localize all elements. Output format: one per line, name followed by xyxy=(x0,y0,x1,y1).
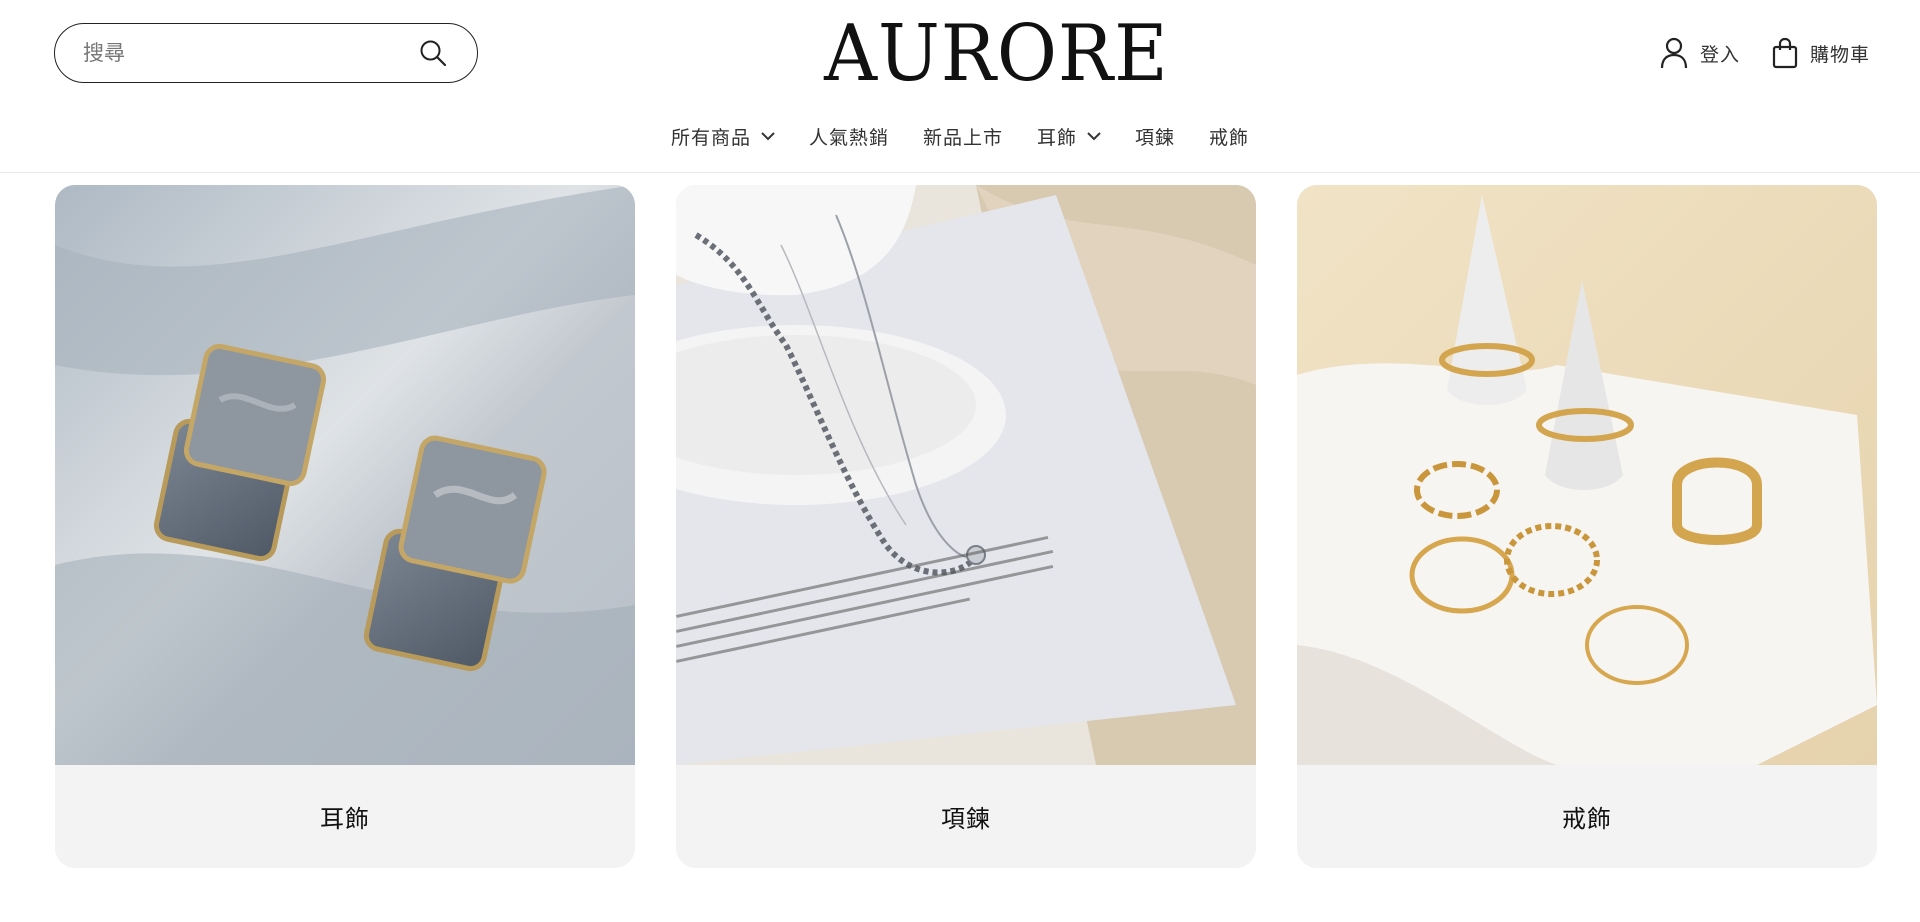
cart-link[interactable]: 購物車 xyxy=(1772,34,1870,72)
site-logo[interactable]: AURORE xyxy=(824,15,1167,93)
nav-label: 人氣熱銷 xyxy=(808,126,889,149)
site-header: AURORE 登入 購物車 所有商品 人氣熱銷 新品上市 耳飾 項鍊 xyxy=(0,0,1920,173)
user-icon xyxy=(1660,37,1688,69)
shopping-bag-icon xyxy=(1772,37,1798,69)
collection-title: 項鍊 xyxy=(941,805,991,833)
necklace-photo xyxy=(676,185,1256,765)
login-link[interactable]: 登入 xyxy=(1660,34,1740,72)
rings-photo xyxy=(1297,185,1877,765)
login-label: 登入 xyxy=(1700,43,1741,66)
nav-label: 項鍊 xyxy=(1135,126,1176,149)
collection-card-necklaces[interactable]: 項鍊 xyxy=(676,185,1256,868)
collection-title: 戒飾 xyxy=(1562,805,1612,833)
nav-label: 所有商品 xyxy=(670,126,751,149)
collection-title: 耳飾 xyxy=(320,805,370,833)
nav-item-all-products[interactable]: 所有商品 xyxy=(654,123,792,150)
earrings-photo xyxy=(55,185,635,765)
search-bar[interactable] xyxy=(54,23,478,83)
nav-item-earrings[interactable]: 耳飾 xyxy=(1020,123,1118,150)
nav-item-best-sellers[interactable]: 人氣熱銷 xyxy=(792,123,906,150)
chevron-down-icon xyxy=(761,131,775,141)
search-input[interactable] xyxy=(83,41,417,65)
cart-label: 購物車 xyxy=(1810,43,1871,66)
collection-card-earrings[interactable]: 耳飾 xyxy=(55,185,635,868)
nav-item-new-arrivals[interactable]: 新品上市 xyxy=(906,123,1020,150)
search-icon[interactable] xyxy=(417,37,449,69)
collection-card-rings[interactable]: 戒飾 xyxy=(1297,185,1877,868)
nav-item-necklaces[interactable]: 項鍊 xyxy=(1118,123,1192,150)
main-nav: 所有商品 人氣熱銷 新品上市 耳飾 項鍊 戒飾 xyxy=(0,118,1920,154)
nav-item-rings[interactable]: 戒飾 xyxy=(1192,123,1266,150)
nav-label: 耳飾 xyxy=(1037,126,1078,149)
nav-label: 戒飾 xyxy=(1209,126,1250,149)
nav-label: 新品上市 xyxy=(922,126,1003,149)
chevron-down-icon xyxy=(1087,131,1101,141)
